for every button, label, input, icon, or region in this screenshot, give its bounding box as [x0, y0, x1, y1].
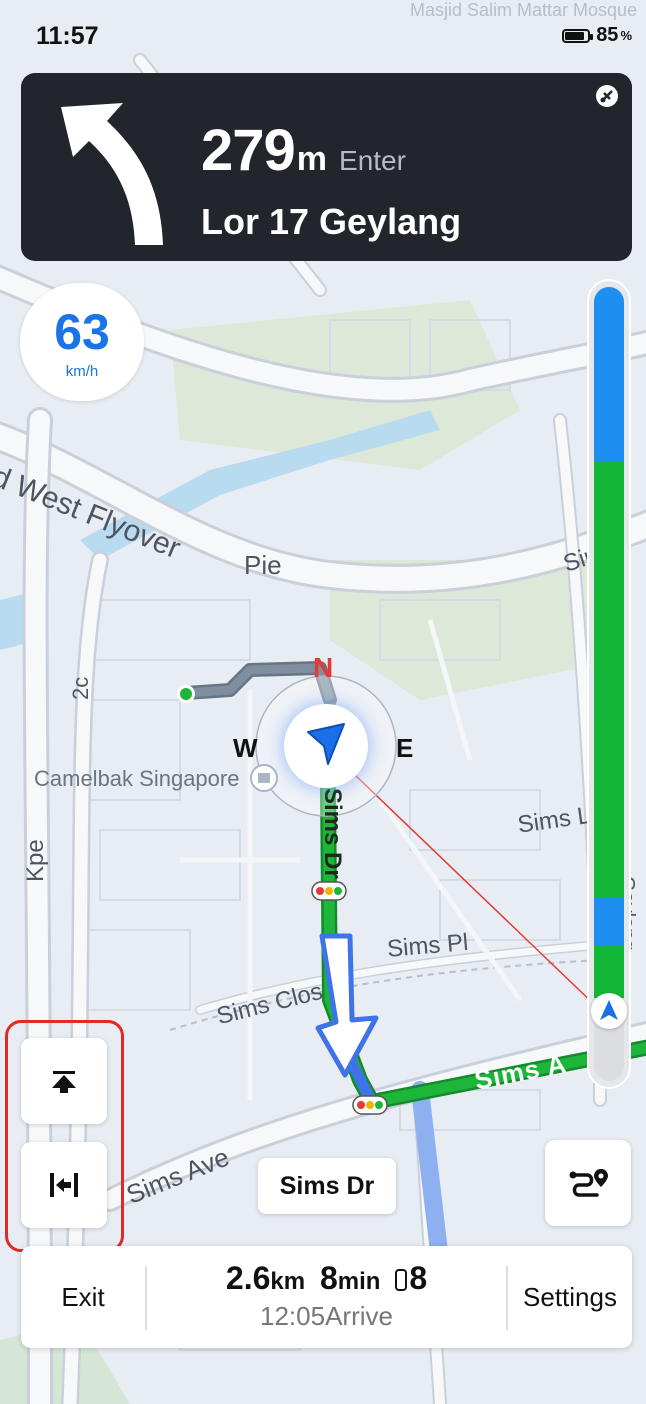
overview-button[interactable] [21, 1142, 107, 1228]
remaining-time-unit: min [337, 1268, 381, 1295]
speed-unit: km/h [65, 363, 99, 380]
progress-segment-blue [594, 287, 624, 462]
trip-summary-bar: Exit 2.6km 8min 8 12:05Arrive Settings [21, 1246, 632, 1348]
car-position-icon [284, 704, 368, 788]
north-up-button[interactable] [21, 1038, 107, 1124]
progress-segment-green [594, 946, 624, 998]
current-road-label: Sims Dr [258, 1158, 396, 1214]
traffic-light-count: 8 [409, 1260, 428, 1296]
progress-car-icon [591, 993, 627, 1029]
traffic-light-icon [395, 1269, 408, 1291]
remaining-distance-unit: km [270, 1268, 306, 1295]
battery-percent: 85 [596, 24, 619, 46]
north-up-icon [52, 1071, 76, 1093]
exit-button[interactable]: Exit [21, 1246, 145, 1348]
compass-west: W [233, 733, 258, 763]
progress-segment-blue [594, 898, 624, 946]
status-time: 11:57 [36, 22, 99, 50]
progress-segment-green [594, 461, 624, 899]
compass-east: E [396, 733, 414, 763]
turn-left-arrow-icon [61, 103, 163, 245]
battery-icon [562, 28, 594, 43]
collapse-left-icon [50, 1173, 78, 1197]
battery-indicator: 85 % [562, 24, 632, 47]
speedometer: 63 km/h [20, 283, 144, 401]
route-options-button[interactable] [545, 1140, 631, 1226]
next-street-name: Lor 17 Geylang [201, 201, 462, 242]
speed-value: 63 [54, 304, 110, 360]
distance-unit: m [296, 140, 328, 178]
navigation-instruction-card[interactable]: 279 m Enter Lor 17 Geylang [21, 73, 632, 261]
gps-signal-icon [596, 85, 618, 107]
arrival-label: Arrive [325, 1301, 393, 1331]
battery-unit: % [620, 28, 632, 43]
trip-summary: 2.6km 8min 8 12:05Arrive [145, 1260, 508, 1332]
distance-value: 279 [201, 118, 296, 183]
route-pin-icon [569, 1169, 608, 1197]
status-bar: 11:57 85 % [0, 22, 646, 56]
instruction-verb: Enter [339, 145, 406, 176]
compass-north: N [313, 652, 334, 683]
route-progress-bar [589, 281, 629, 1087]
remaining-time-value: 8 [319, 1260, 338, 1296]
maneuver-distance: 279 m Enter [201, 117, 406, 184]
arrival-time: 12:05 [260, 1301, 326, 1331]
remaining-distance-value: 2.6 [225, 1260, 271, 1296]
settings-button[interactable]: Settings [508, 1246, 632, 1348]
